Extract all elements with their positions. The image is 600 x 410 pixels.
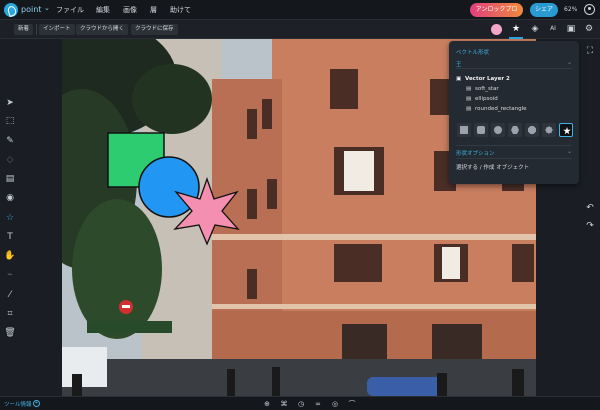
heal-tool-icon[interactable]: ⌁ — [3, 268, 17, 282]
text-tool-icon[interactable]: T — [3, 230, 17, 244]
vector-group-name[interactable]: Vector Layer 2 — [465, 76, 510, 82]
save-to-cloud-button[interactable]: クラウドに保存 — [131, 24, 178, 35]
menu-image[interactable]: 画像 — [123, 5, 137, 15]
tool-sidebar: ➤ ⬚ ✎ ◇ ▤ ◉ ☆ T ✋ ⌁ ⁄ ⌗ 🗑 — [0, 39, 20, 396]
mask-icon[interactable]: ◎ — [330, 399, 340, 409]
layer-file-icon: ▤ — [466, 86, 472, 92]
shape-star-tool-icon[interactable]: ☆ — [3, 211, 17, 225]
align-icon[interactable]: ⌘ — [279, 399, 289, 409]
layer-file-icon: ▤ — [466, 96, 472, 102]
crop-tool-icon[interactable]: ⌗ — [3, 307, 17, 321]
chevron-down-icon[interactable]: ⌄ — [44, 4, 50, 12]
circle-icon — [494, 126, 502, 134]
filter-dropdown[interactable]: 王 ⌄ — [456, 59, 572, 69]
marquee-select-icon[interactable]: ⬚ — [3, 114, 17, 128]
new-button[interactable]: 新着 — [14, 24, 34, 35]
app-logo-icon[interactable] — [4, 3, 18, 17]
layer-item-soft-star[interactable]: soft_star — [475, 86, 499, 92]
select-create-hint: 選択する / 作成 オブジェクト — [456, 165, 530, 171]
eraser-tool-icon[interactable]: ◇ — [3, 153, 17, 167]
image-adjust-icon[interactable]: ▣ — [564, 22, 578, 36]
unlock-pro-button[interactable]: アンロックプロ — [470, 3, 523, 17]
share-button[interactable]: シェア — [530, 3, 558, 17]
app-name[interactable]: point — [21, 5, 41, 14]
link-icon[interactable]: ∞ — [313, 399, 323, 409]
hand-tool-icon[interactable]: ✋ — [3, 249, 17, 263]
transform-icon[interactable]: ⊕ — [262, 399, 272, 409]
undo-icon[interactable]: ↶ — [584, 202, 596, 214]
gradient-tool-icon[interactable]: ▤ — [3, 172, 17, 186]
pointer-tool-icon[interactable]: ➤ — [3, 96, 17, 110]
ai-icon[interactable]: AI — [546, 22, 560, 36]
shape-star-button[interactable] — [559, 123, 573, 137]
hexagon-icon — [511, 126, 519, 134]
add-icon[interactable]: + — [33, 400, 40, 407]
toolbar-divider — [36, 24, 37, 35]
layers-icon[interactable]: ◈ — [528, 22, 542, 36]
menu-file[interactable]: ファイル — [56, 5, 84, 15]
star-shape-icon[interactable]: ★ — [509, 22, 523, 36]
history-icon[interactable]: ◷ — [296, 399, 306, 409]
filter-value: 王 — [456, 62, 462, 68]
panel-divider — [456, 158, 572, 159]
tool-info-label[interactable]: ツール情報 — [4, 400, 32, 408]
fullscreen-icon[interactable]: ⛶ — [584, 45, 596, 57]
redo-icon[interactable]: ↷ — [584, 220, 596, 232]
trash-icon[interactable]: 🗑 — [3, 326, 17, 340]
shape-badge-button[interactable] — [542, 123, 556, 137]
star-icon — [563, 127, 571, 135]
panel-section-title: ベクトル形状 — [456, 50, 490, 56]
panel-divider — [456, 145, 572, 146]
settings-gear-icon[interactable]: ⚙ — [582, 22, 596, 36]
shape-rounded-square-button[interactable] — [474, 123, 488, 137]
layer-item-ellipsoid[interactable]: ellipsoid — [475, 96, 498, 102]
path-icon[interactable]: ⌒ — [347, 399, 357, 409]
shape-options-title[interactable]: 形状オプション — [456, 149, 495, 157]
layer-file-icon: ▤ — [466, 106, 472, 112]
vector-shapes-panel: ベクトル形状 王 ⌄ ▣ Vector Layer 2 ▤ soft_star … — [449, 41, 579, 184]
open-from-cloud-button[interactable]: クラウドから開く — [76, 24, 129, 35]
brush-tool-icon[interactable]: ✎ — [3, 134, 17, 148]
chevron-down-icon[interactable]: ⌄ — [567, 148, 572, 155]
shape-octagon-button[interactable] — [525, 123, 539, 137]
layer-item-rounded-rectangle[interactable]: rounded_rectangle — [475, 106, 527, 112]
octagon-icon — [528, 126, 536, 134]
menu-help[interactable]: 助けて — [170, 5, 191, 15]
folder-icon: ▣ — [456, 76, 462, 82]
square-icon — [460, 126, 468, 134]
fill-bucket-icon[interactable]: ◉ — [3, 191, 17, 205]
import-button[interactable]: インポート — [39, 24, 75, 35]
shape-circle-button[interactable] — [491, 123, 505, 137]
top-menu-bar: point ⌄ ファイル 編集 画像 層 助けて アンロックプロ シェア 62% — [0, 0, 600, 20]
account-icon[interactable] — [584, 4, 595, 15]
bottom-status-bar: ツール情報 + ⊕ ⌘ ◷ ∞ ◎ ⌒ — [0, 396, 600, 410]
shape-hexagon-button[interactable] — [508, 123, 522, 137]
chevron-down-icon: ⌄ — [566, 59, 572, 66]
menu-layer[interactable]: 層 — [150, 5, 157, 15]
zoom-level[interactable]: 62% — [564, 6, 577, 13]
eyedropper-tool-icon[interactable]: ⁄ — [3, 288, 17, 302]
rounded-square-icon — [477, 126, 485, 134]
shape-square-button[interactable] — [457, 123, 471, 137]
badge-icon — [545, 126, 553, 134]
fill-color-swatch[interactable] — [491, 24, 502, 35]
menu-edit[interactable]: 編集 — [96, 5, 110, 15]
